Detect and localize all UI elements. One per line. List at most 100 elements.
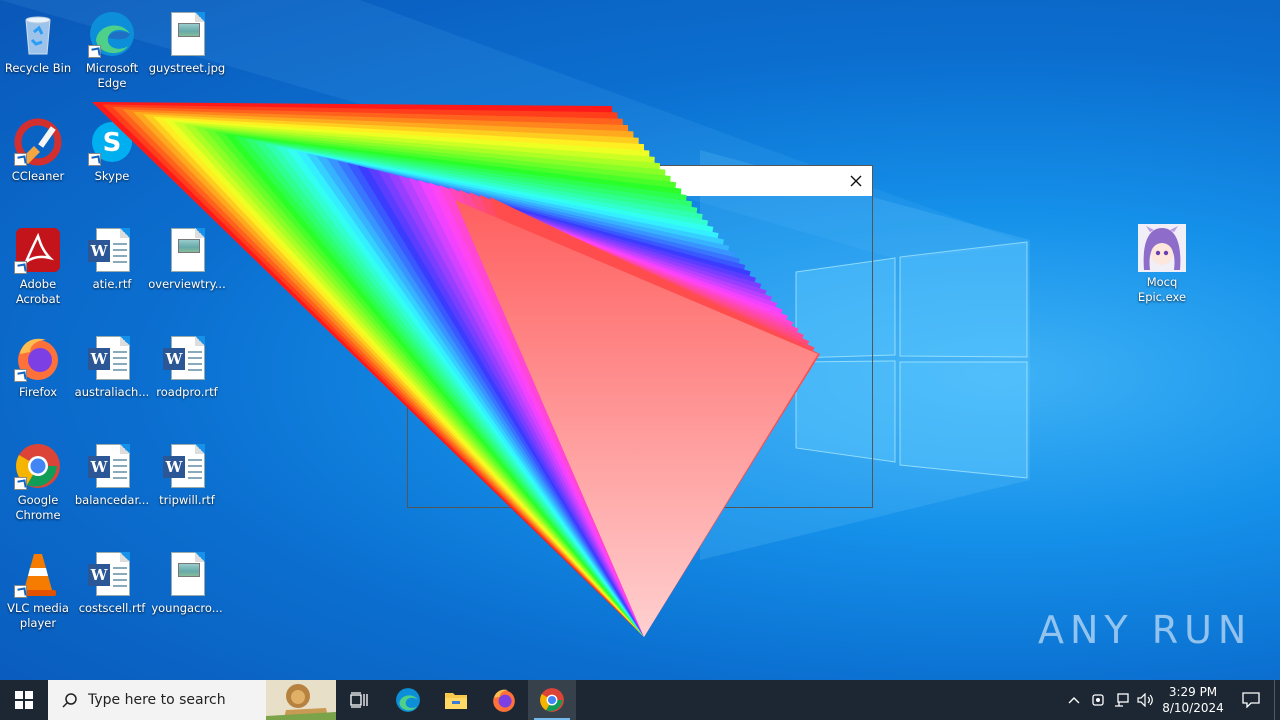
shortcut-arrow-icon: [14, 261, 27, 274]
icon-label: overviewtry...: [148, 277, 226, 291]
shortcut-arrow-icon: [14, 585, 27, 598]
word-document-icon: W: [88, 226, 136, 274]
vlc-cone-icon: [14, 550, 62, 598]
taskbar: Type here to search 3:29 PM 8/10/2024: [0, 680, 1280, 720]
google-chrome-icon: [540, 688, 564, 712]
start-button[interactable]: [0, 680, 48, 720]
recycle-bin-icon: [14, 10, 62, 58]
shortcut-arrow-icon: [14, 369, 27, 382]
ccleaner-icon: [14, 118, 62, 166]
google-chrome-icon: [14, 442, 62, 490]
icon-label: Microsoft Edge: [85, 61, 139, 90]
device-icon: [1092, 694, 1104, 706]
icon-label: Firefox: [18, 385, 58, 399]
desktop-icon-tripwill-rtf[interactable]: W tripwill.rtf: [149, 436, 225, 536]
shortcut-arrow-icon: [14, 153, 27, 166]
desktop-icon-overviewtry[interactable]: overviewtry...: [148, 220, 226, 320]
image-file-icon: [163, 550, 211, 598]
firefox-icon: [493, 689, 515, 712]
clock[interactable]: 3:29 PM 8/10/2024: [1158, 684, 1228, 716]
taskbar-microsoft-edge[interactable]: [384, 680, 432, 720]
watermark-text: ANY RUN: [1038, 608, 1253, 652]
shortcut-arrow-icon: [88, 45, 101, 58]
taskbar-google-chrome[interactable]: [528, 680, 576, 720]
desktop-icon-ccleaner[interactable]: CCleaner: [0, 112, 76, 212]
dialog-titlebar[interactable]: [408, 166, 872, 196]
windows-start-icon: [15, 691, 33, 709]
clock-time: 3:29 PM: [1168, 685, 1218, 699]
lion-illustration-icon: [266, 680, 336, 720]
desktop-icon-roadpro-rtf[interactable]: W roadpro.rtf: [149, 328, 225, 428]
system-tray: 3:29 PM 8/10/2024: [1062, 680, 1280, 720]
word-document-icon: W: [163, 442, 211, 490]
task-view-button[interactable]: [336, 680, 384, 720]
desktop-icon-mocq-epic-exe[interactable]: Mocq Epic.exe: [1124, 218, 1200, 318]
word-document-icon: W: [88, 550, 136, 598]
notification-icon: [1242, 692, 1260, 708]
desktop-icon-guystreet-jpg[interactable]: guystreet.jpg: [149, 4, 225, 104]
desktop-icon-firefox[interactable]: Firefox: [0, 328, 76, 428]
icon-label: VLC media player: [7, 601, 69, 630]
show-desktop-button[interactable]: [1274, 680, 1280, 720]
anime-character-icon: [1138, 224, 1186, 272]
icon-label: Google Chrome: [15, 493, 61, 522]
desktop-icon-recycle-bin[interactable]: Recycle Bin: [0, 4, 76, 104]
word-document-icon: W: [163, 334, 211, 382]
shortcut-arrow-icon: [88, 153, 101, 166]
volume-icon: [1137, 693, 1153, 707]
svg-text:S: S: [103, 128, 122, 158]
tray-device-button[interactable]: [1086, 680, 1110, 720]
desktop-icon-adobe-acrobat[interactable]: Adobe Acrobat: [0, 220, 76, 320]
icon-label: guystreet.jpg: [148, 61, 226, 75]
network-button[interactable]: [1110, 680, 1134, 720]
shortcut-arrow-icon: [14, 477, 27, 490]
dialog-window[interactable]: [407, 165, 873, 508]
search-icon: [62, 693, 77, 708]
desktop[interactable]: Recycle Bin CCleaner Adobe Acrobat Firef…: [0, 0, 1280, 680]
icon-label: roadpro.rtf: [156, 385, 218, 399]
image-file-icon: [163, 10, 211, 58]
icon-label: australiach...: [74, 385, 150, 399]
taskbar-file-explorer[interactable]: [432, 680, 480, 720]
folder-icon: [445, 693, 467, 709]
icon-label: balancedar...: [74, 493, 150, 507]
icon-label: youngacro...: [151, 601, 223, 615]
taskbar-firefox[interactable]: [480, 680, 528, 720]
network-icon: [1115, 693, 1129, 707]
desktop-icon-costscell-rtf[interactable]: W costscell.rtf: [74, 544, 150, 644]
image-file-icon: [163, 226, 211, 274]
desktop-icon-microsoft-edge[interactable]: Microsoft Edge: [74, 4, 150, 104]
skype-icon: S: [88, 118, 136, 166]
clock-date: 8/10/2024: [1162, 701, 1224, 715]
icon-label: atie.rtf: [92, 277, 132, 291]
word-document-icon: W: [88, 334, 136, 382]
desktop-icon-google-chrome[interactable]: Google Chrome: [0, 436, 76, 536]
icon-label: tripwill.rtf: [159, 493, 215, 507]
desktop-icon-atie-rtf[interactable]: W atie.rtf: [74, 220, 150, 320]
search-box[interactable]: Type here to search: [48, 680, 336, 720]
icon-label: Mocq Epic.exe: [1137, 275, 1187, 304]
desktop-icon-australiach[interactable]: W australiach...: [74, 328, 150, 428]
close-icon: [850, 175, 862, 187]
desktop-icon-youngacro[interactable]: youngacro...: [149, 544, 225, 644]
microsoft-edge-icon: [88, 10, 136, 58]
task-view-icon: [350, 692, 368, 708]
desktop-icon-balancedar[interactable]: W balancedar...: [74, 436, 150, 536]
desktop-icon-skype[interactable]: S Skype: [74, 112, 150, 212]
volume-button[interactable]: [1134, 680, 1158, 720]
play-triangle-icon: [1252, 630, 1253, 631]
close-button[interactable]: [840, 166, 872, 196]
icon-label: CCleaner: [11, 169, 65, 183]
chevron-up-icon: [1068, 697, 1080, 704]
icon-label: Recycle Bin: [4, 61, 72, 75]
show-hidden-icons-button[interactable]: [1062, 680, 1086, 720]
icon-label: costscell.rtf: [78, 601, 146, 615]
adobe-acrobat-icon: [14, 226, 62, 274]
desktop-icon-vlc[interactable]: VLC media player: [0, 544, 76, 644]
anyrun-watermark: ANY RUN: [1038, 608, 1253, 652]
search-placeholder: Type here to search: [88, 692, 226, 708]
word-document-icon: W: [88, 442, 136, 490]
icon-label: Skype: [94, 169, 130, 183]
microsoft-edge-icon: [396, 688, 420, 712]
action-center-button[interactable]: [1228, 680, 1274, 720]
